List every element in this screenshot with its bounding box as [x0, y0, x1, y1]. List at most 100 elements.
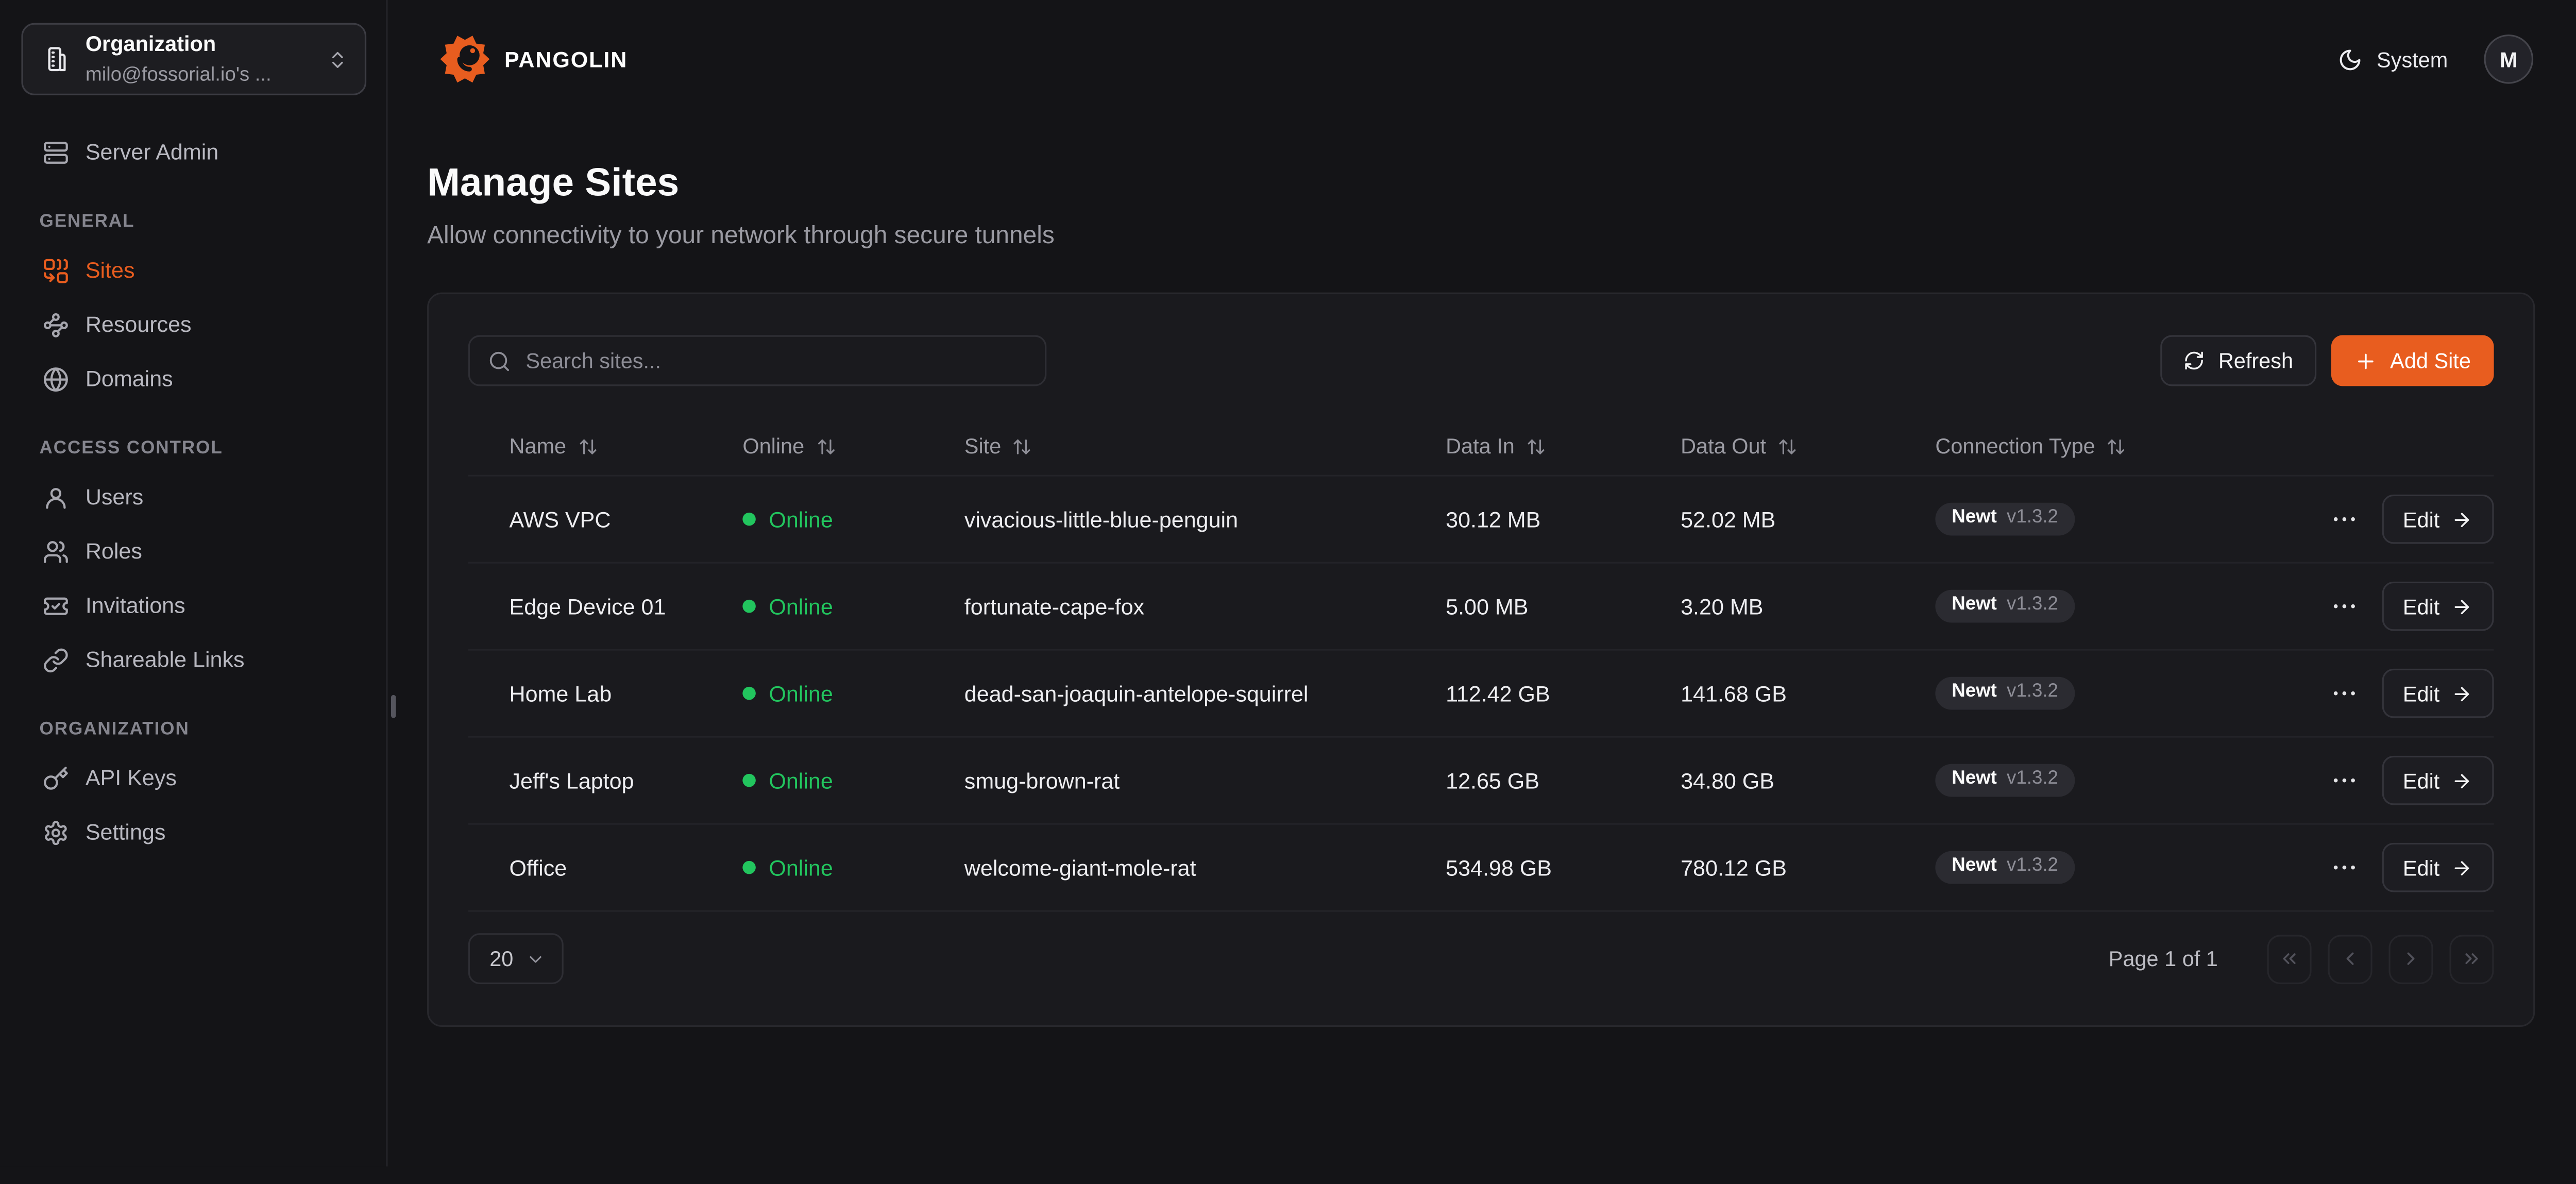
column-label: Site [964, 434, 1001, 459]
edit-button[interactable]: Edit [2381, 843, 2494, 892]
client-name: Newt [1952, 858, 1997, 877]
site-name: AWS VPC [468, 507, 743, 532]
search-input[interactable] [526, 348, 1027, 373]
sort-icon[interactable] [1013, 436, 1032, 456]
search-box[interactable] [468, 335, 1046, 386]
row-actions: Edit [2325, 669, 2494, 718]
server-icon [43, 139, 69, 165]
add-site-button[interactable]: Add Site [2331, 335, 2494, 386]
sidebar-item-domains[interactable]: Domains [21, 365, 366, 393]
gear-icon [43, 819, 69, 845]
edit-label: Edit [2403, 768, 2439, 793]
theme-toggle[interactable]: System [2337, 47, 2448, 72]
sidebar-item-sites[interactable]: Sites [21, 256, 366, 284]
column-header-online: Online [742, 434, 964, 459]
site-slug: welcome-giant-mole-rat [964, 855, 1446, 880]
globe-icon [43, 366, 69, 392]
data-in-value: 30.12 MB [1446, 507, 1681, 532]
connection-badge: Newtv1.3.2 [1935, 590, 2074, 622]
org-selector-text: Organization milo@fossorial.io's ... [86, 29, 311, 89]
sidebar-item-label: Roles [86, 539, 142, 564]
moon-icon [2337, 47, 2362, 72]
site-status: Online [742, 594, 964, 619]
connection-type-cell: Newtv1.3.2 [1935, 590, 2325, 622]
client-name: Newt [1952, 684, 1997, 703]
main-content: PANGOLIN System M Manage Sites Allow con… [389, 0, 2576, 1166]
sidebar-item-resources[interactable]: Resources [21, 311, 366, 339]
client-name: Newt [1952, 510, 1997, 529]
sidebar-section-organization: ORGANIZATION [21, 720, 366, 739]
site-status: Online [742, 507, 964, 532]
sidebar-item-api-keys[interactable]: API Keys [21, 764, 366, 792]
client-version: v1.3.2 [2007, 684, 2058, 703]
refresh-button[interactable]: Refresh [2161, 335, 2316, 386]
online-label: Online [769, 855, 833, 880]
sidebar-item-settings[interactable]: Settings [21, 818, 366, 846]
connection-badge: Newtv1.3.2 [1935, 765, 2074, 797]
site-slug: smug-brown-rat [964, 768, 1446, 793]
arrow-right-icon [2451, 770, 2472, 791]
sort-icon[interactable] [816, 436, 835, 456]
sidebar-item-label: Settings [86, 820, 166, 844]
org-selector[interactable]: Organization milo@fossorial.io's ... [21, 23, 366, 95]
table-row: Edge Device 01 Online fortunate-cape-fox… [468, 564, 2494, 651]
row-actions: Edit [2325, 756, 2494, 805]
sidebar-item-roles[interactable]: Roles [21, 537, 366, 565]
sidebar-item-invitations[interactable]: Invitations [21, 591, 366, 619]
ellipsis-menu-icon[interactable] [2329, 766, 2358, 795]
sidebar-item-shareable-links[interactable]: Shareable Links [21, 646, 366, 673]
connection-type-cell: Newt v1.3.2 [1935, 678, 2325, 709]
brand[interactable]: PANGOLIN [440, 35, 628, 84]
chevron-down-icon [527, 949, 546, 969]
page-subtitle: Allow connectivity to your network throu… [427, 222, 2535, 249]
column-label: Data Out [1681, 434, 1766, 459]
search-icon [488, 349, 511, 373]
data-in-value: 112.42 GB [1446, 681, 1681, 706]
sort-icon[interactable] [2107, 436, 2126, 456]
ellipsis-menu-icon[interactable] [2329, 679, 2358, 708]
sort-icon[interactable] [1777, 436, 1797, 456]
online-dot-icon [742, 774, 756, 787]
ellipsis-menu-icon[interactable] [2329, 504, 2358, 534]
client-version: v1.3.2 [2007, 771, 2058, 790]
site-name: Office [468, 855, 743, 880]
avatar[interactable]: M [2484, 35, 2533, 84]
sidebar-nav: Server Admin GENERAL Sites Resources Do [21, 95, 366, 846]
sidebar: Organization milo@fossorial.io's ... Ser… [0, 0, 388, 1166]
online-dot-icon [742, 600, 756, 613]
page-size-value: 20 [489, 946, 513, 971]
edit-button[interactable]: Edit [2381, 669, 2494, 718]
sidebar-item-users[interactable]: Users [21, 483, 366, 511]
sort-icon[interactable] [1526, 436, 1546, 456]
site-name: Jeff's Laptop [468, 768, 743, 793]
data-out-value: 3.20 MB [1681, 594, 1935, 619]
page-size-select[interactable]: 20 [468, 933, 564, 984]
org-selector-label: Organization [86, 31, 216, 56]
app: Organization milo@fossorial.io's ... Ser… [0, 0, 2576, 1166]
chevrons-up-down-icon [327, 48, 348, 70]
topbar-right: System M [2337, 35, 2534, 84]
sort-icon[interactable] [578, 436, 597, 456]
chevrons-right-icon [2461, 948, 2482, 969]
ellipsis-menu-icon[interactable] [2329, 591, 2358, 621]
sites-panel: Refresh Add Site Name Online [427, 293, 2535, 1027]
ellipsis-menu-icon[interactable] [2329, 853, 2358, 882]
next-page-button[interactable] [2388, 934, 2433, 984]
column-header-site: Site [964, 434, 1446, 459]
page-info: Page 1 of 1 [2109, 946, 2218, 971]
connection-badge: Newt v1.3.2 [1935, 678, 2074, 709]
connection-badge: Newtv1.3.2 [1935, 852, 2074, 884]
last-page-button[interactable] [2449, 934, 2494, 984]
edit-button[interactable]: Edit [2381, 756, 2494, 805]
table-footer: 20 Page 1 of 1 [468, 933, 2494, 984]
online-label: Online [769, 594, 833, 619]
first-page-button[interactable] [2267, 934, 2312, 984]
sidebar-item-server-admin[interactable]: Server Admin [21, 138, 366, 166]
edit-button[interactable]: Edit [2381, 495, 2494, 544]
prev-page-button[interactable] [2328, 934, 2372, 984]
add-site-label: Add Site [2390, 348, 2471, 373]
org-selector-value: milo@fossorial.io's ... [86, 62, 272, 86]
edit-button[interactable]: Edit [2381, 582, 2494, 631]
pagination [2267, 934, 2494, 984]
plus-icon [2354, 349, 2377, 373]
